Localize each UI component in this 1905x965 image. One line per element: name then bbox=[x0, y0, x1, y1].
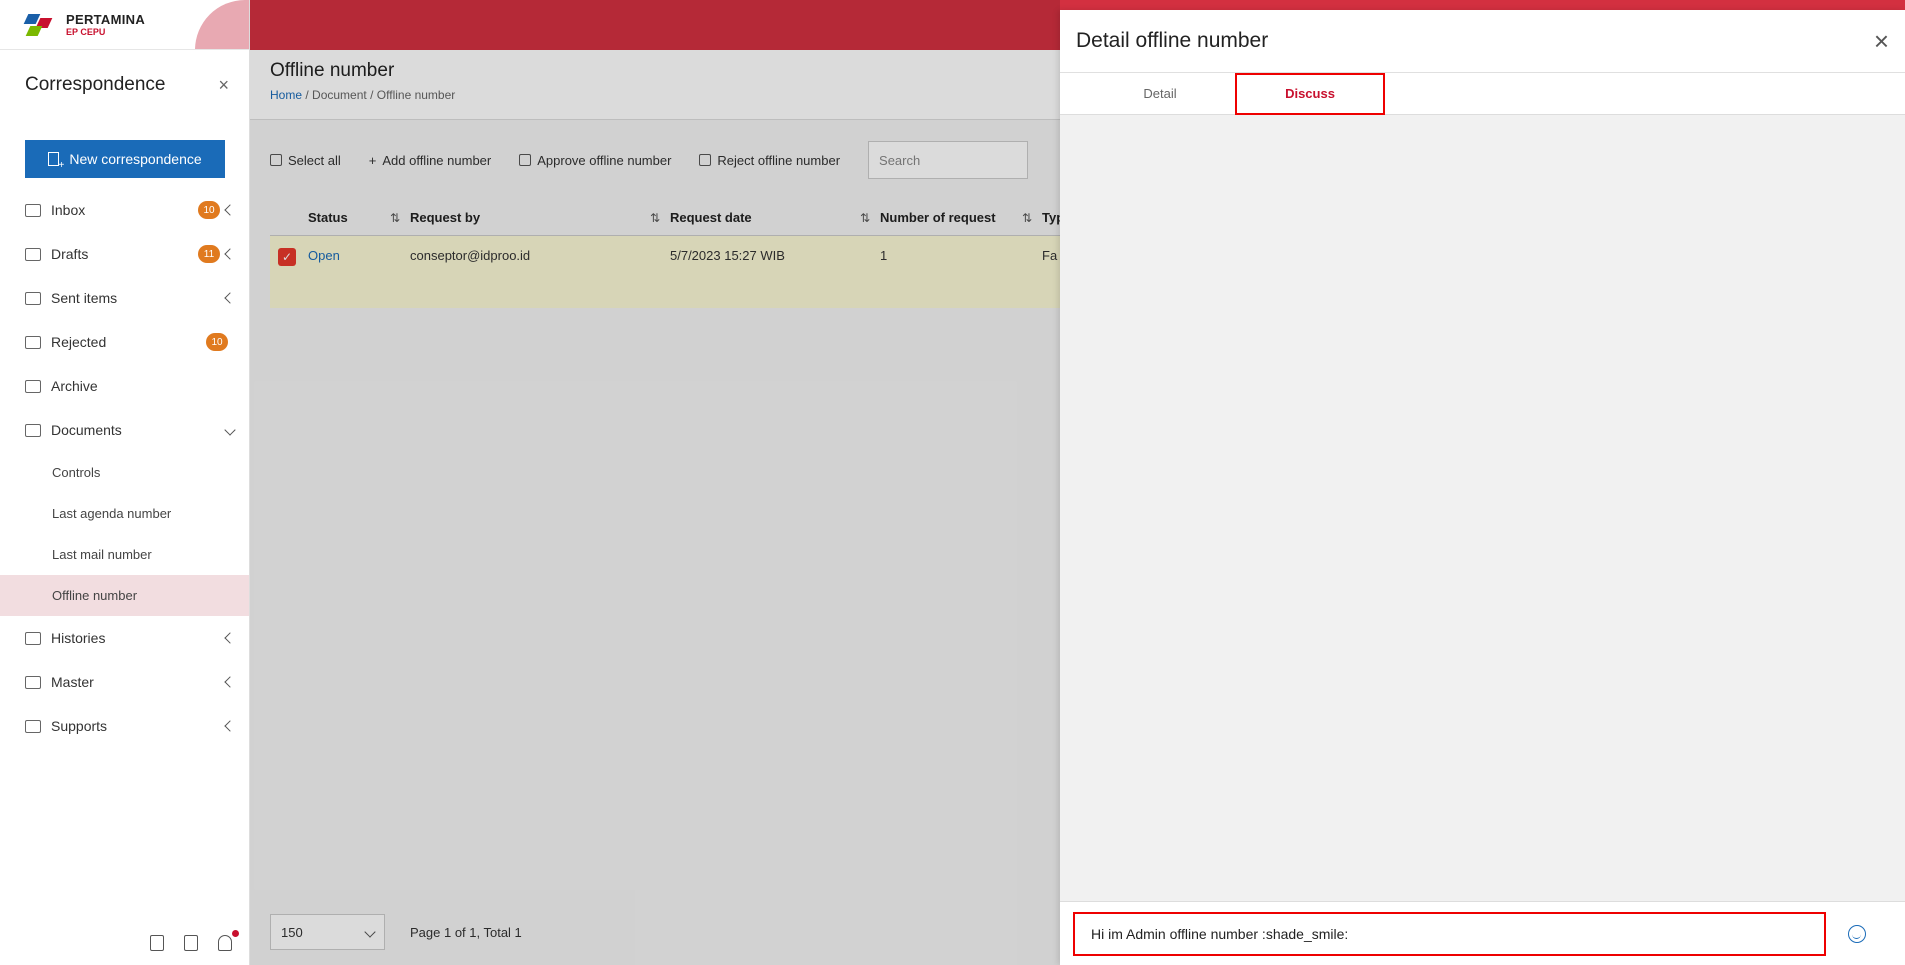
panel-tabs: Detail Discuss bbox=[1060, 72, 1905, 115]
chevron-left-icon[interactable] bbox=[224, 248, 236, 260]
new-correspondence-label: New correspondence bbox=[69, 151, 202, 167]
sidebar-subitem-last-agenda-number[interactable]: Last agenda number bbox=[0, 493, 249, 534]
logo-name: PERTAMINA bbox=[66, 12, 146, 27]
user-settings-icon[interactable] bbox=[184, 935, 198, 951]
supports-icon bbox=[25, 719, 41, 733]
sent-icon bbox=[25, 291, 41, 305]
sidebar-item-label: Archive bbox=[51, 378, 98, 394]
bell-icon[interactable] bbox=[218, 930, 239, 951]
document-icon[interactable] bbox=[150, 935, 164, 951]
sidebar-item-label: Supports bbox=[51, 718, 108, 734]
message-composer: Hi im Admin offline number :shade_smile: bbox=[1060, 901, 1905, 965]
sidebar-title: Correspondence bbox=[25, 74, 166, 95]
sidebar-header: Correspondence × bbox=[0, 50, 249, 120]
sidebar-nav: Inbox 10 Drafts 11 Sent items Rejected 1… bbox=[0, 188, 249, 748]
rejected-count-badge: 10 bbox=[206, 333, 228, 351]
panel-title: Detail offline number bbox=[1076, 29, 1269, 52]
sidebar-item-supports[interactable]: Supports bbox=[0, 704, 249, 748]
sidebar-item-archive[interactable]: Archive bbox=[0, 364, 249, 408]
detail-panel: Detail offline number × Detail Discuss H… bbox=[1060, 10, 1905, 965]
inbox-count-badge: 10 bbox=[198, 201, 220, 219]
archive-icon bbox=[25, 379, 41, 393]
sidebar-item-rejected[interactable]: Rejected 10 bbox=[0, 320, 249, 364]
notification-dot bbox=[232, 930, 239, 937]
tab-detail[interactable]: Detail bbox=[1085, 73, 1235, 115]
sidebar-item-inbox[interactable]: Inbox 10 bbox=[0, 188, 249, 232]
discussion-area bbox=[1060, 115, 1905, 901]
drafts-count-badge: 11 bbox=[198, 245, 220, 263]
modal-overlay[interactable] bbox=[250, 0, 1060, 965]
sidebar-item-sent-items[interactable]: Sent items bbox=[0, 276, 249, 320]
sidebar-item-histories[interactable]: Histories bbox=[0, 616, 249, 660]
sidebar-close-icon[interactable]: × bbox=[218, 75, 229, 96]
panel-header: Detail offline number × bbox=[1060, 10, 1905, 73]
logo-area: PERTAMINA EP CEPU bbox=[0, 0, 249, 50]
inbox-icon bbox=[25, 203, 41, 217]
logo-subtitle: EP CEPU bbox=[66, 27, 106, 37]
master-icon bbox=[25, 675, 41, 689]
sidebar-footer bbox=[0, 921, 250, 965]
new-document-icon bbox=[48, 152, 64, 171]
sidebar-item-label: Master bbox=[51, 674, 94, 690]
rejected-icon bbox=[25, 335, 41, 349]
sidebar-item-master[interactable]: Master bbox=[0, 660, 249, 704]
sidebar-item-drafts[interactable]: Drafts 11 bbox=[0, 232, 249, 276]
message-input[interactable]: Hi im Admin offline number :shade_smile: bbox=[1073, 911, 1826, 956]
pertamina-logo-icon bbox=[22, 10, 60, 40]
histories-icon bbox=[25, 631, 41, 645]
logo-text: PERTAMINA EP CEPU bbox=[66, 12, 145, 37]
sidebar-item-documents[interactable]: Documents bbox=[0, 408, 249, 452]
chevron-left-icon[interactable] bbox=[224, 204, 236, 216]
chevron-left-icon[interactable] bbox=[224, 292, 236, 304]
sidebar-subitem-offline-number[interactable]: Offline number bbox=[0, 575, 249, 616]
sidebar-item-label: Rejected bbox=[51, 334, 107, 350]
chevron-down-icon[interactable] bbox=[224, 424, 236, 436]
chevron-left-icon[interactable] bbox=[224, 676, 236, 688]
documents-icon bbox=[25, 423, 41, 437]
close-icon[interactable]: × bbox=[1874, 28, 1889, 54]
sidebar-item-label: Inbox bbox=[51, 202, 86, 218]
drafts-icon bbox=[25, 247, 41, 261]
new-correspondence-button[interactable]: New correspondence bbox=[25, 140, 225, 178]
sidebar-subitem-last-mail-number[interactable]: Last mail number bbox=[0, 534, 249, 575]
sidebar-item-label: Histories bbox=[51, 630, 106, 646]
tab-discuss[interactable]: Discuss bbox=[1235, 72, 1385, 115]
sidebar-item-label: Drafts bbox=[51, 246, 89, 262]
decorative-curve bbox=[195, 0, 249, 49]
sidebar-subitem-controls[interactable]: Controls bbox=[0, 452, 249, 493]
chevron-left-icon[interactable] bbox=[224, 632, 236, 644]
sidebar: PERTAMINA EP CEPU Correspondence × New c… bbox=[0, 0, 250, 965]
sidebar-item-label: Documents bbox=[51, 422, 122, 438]
emoji-icon[interactable] bbox=[1848, 924, 1866, 943]
sidebar-item-label: Sent items bbox=[51, 290, 118, 306]
chevron-left-icon[interactable] bbox=[224, 720, 236, 732]
